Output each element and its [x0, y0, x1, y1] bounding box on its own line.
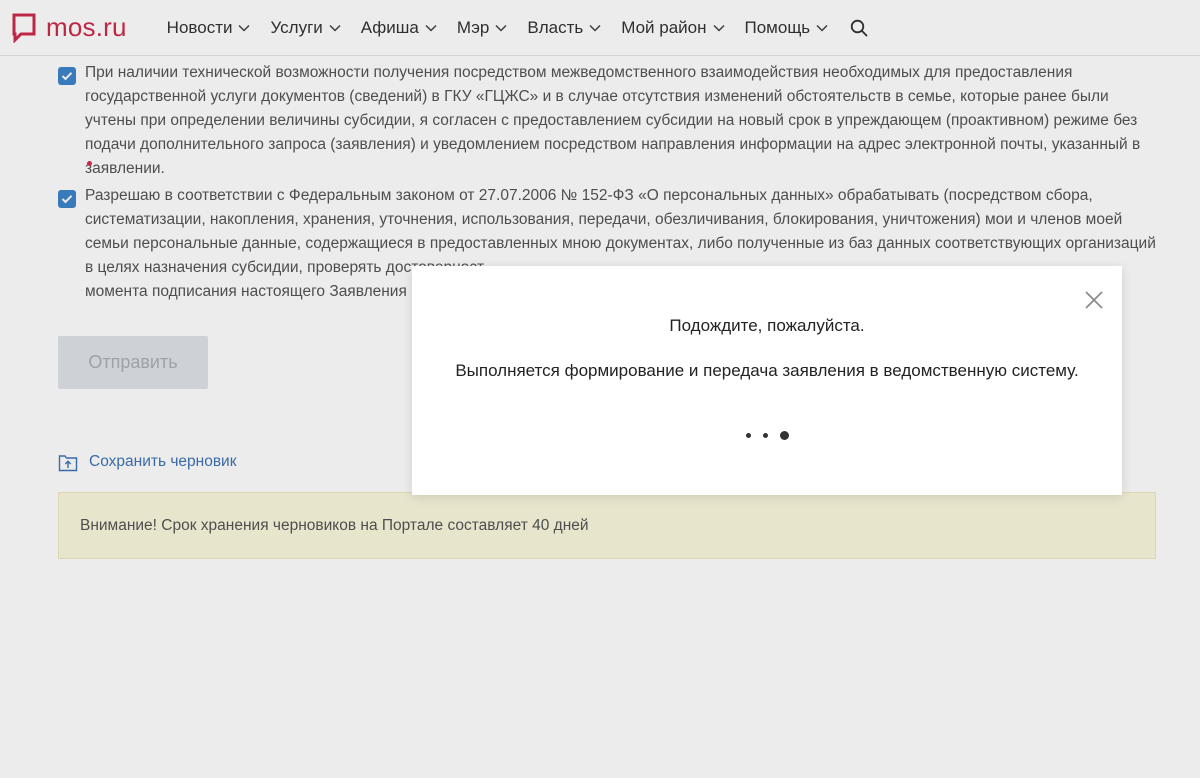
- loading-dot: [762, 432, 768, 438]
- close-icon[interactable]: [1084, 290, 1104, 310]
- loading-dot: [745, 432, 751, 438]
- modal-message: Выполняется формирование и передача заяв…: [455, 361, 1079, 380]
- loading-modal: Подождите, пожалуйста. Выполняется форми…: [412, 266, 1122, 495]
- modal-title: Подождите, пожалуйста.: [669, 316, 865, 335]
- loading-dot: [779, 430, 789, 440]
- loading-spinner: [412, 428, 1122, 442]
